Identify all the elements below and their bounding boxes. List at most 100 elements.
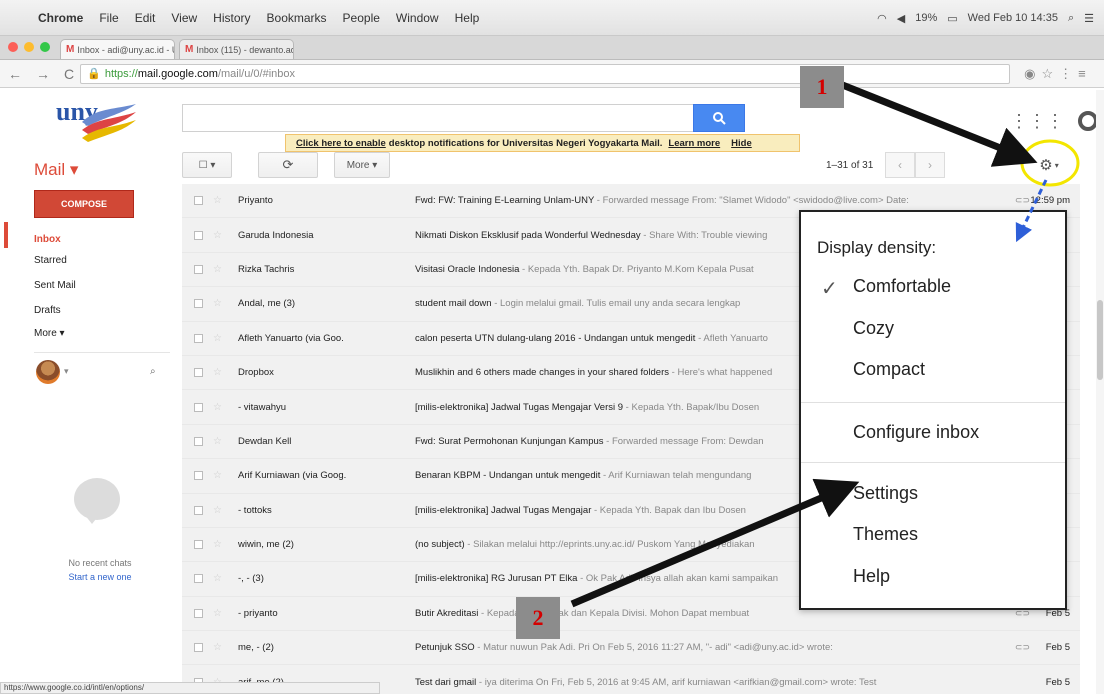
row-checkbox[interactable] <box>194 368 203 378</box>
battery-icon[interactable]: ▭ <box>947 12 957 25</box>
sidebar-item-sent[interactable]: Sent Mail <box>34 280 76 291</box>
search-button[interactable] <box>693 104 745 132</box>
row-subject-text: Nikmati Diskon Eksklusif pada Wonderful … <box>415 229 641 241</box>
star-icon[interactable]: ☆ <box>213 540 222 550</box>
start-new-chat-link[interactable]: Start a new one <box>30 572 170 582</box>
lock-icon[interactable]: 🔒 <box>87 67 101 80</box>
row-checkbox[interactable] <box>194 643 203 653</box>
star-icon[interactable]: ☆ <box>213 264 222 274</box>
row-checkbox[interactable] <box>194 264 203 274</box>
menu-item-comfortable[interactable]: Comfortable <box>853 276 951 297</box>
extensions-icon[interactable]: ◉☆⋮≡ <box>1024 66 1092 82</box>
clock[interactable]: Wed Feb 10 14:35 <box>968 12 1058 24</box>
star-icon[interactable]: ☆ <box>213 608 222 618</box>
url-input[interactable]: 🔒 https:// mail.google.com /mail/u/0/#in… <box>80 63 1011 84</box>
menu-people[interactable]: People <box>343 11 380 25</box>
sidebar-item-drafts[interactable]: Drafts <box>34 305 61 316</box>
menu-item-themes[interactable]: Themes <box>853 524 918 545</box>
more-button[interactable]: More ▾ <box>334 152 390 178</box>
row-checkbox[interactable] <box>194 299 203 309</box>
menu-help[interactable]: Help <box>455 11 480 25</box>
star-icon[interactable]: ☆ <box>213 436 222 446</box>
url-scheme: https:// <box>104 67 138 80</box>
row-checkbox[interactable] <box>194 402 203 412</box>
reload-icon[interactable]: C <box>64 66 74 82</box>
star-icon[interactable]: ☆ <box>213 196 222 206</box>
menu-item-settings[interactable]: Settings <box>853 483 918 504</box>
search-people-icon[interactable]: ⌕ <box>150 366 156 377</box>
menu-item-configure-inbox[interactable]: Configure inbox <box>853 422 979 443</box>
close-window-icon[interactable] <box>8 42 18 52</box>
row-checkbox[interactable] <box>194 436 203 446</box>
annotation-badge-1: 1 <box>800 66 844 108</box>
notifications-icon[interactable] <box>1078 111 1098 131</box>
row-checkbox[interactable] <box>194 574 203 584</box>
older-icon[interactable]: ‹ <box>885 152 915 178</box>
menu-item-help[interactable]: Help <box>853 566 890 587</box>
star-icon[interactable]: ☆ <box>213 230 222 240</box>
settings-gear-button[interactable]: ⚙ ▾ <box>1024 152 1074 178</box>
volume-icon[interactable]: ◀ <box>897 12 905 25</box>
tab-inbox-uny[interactable]: M Inbox - adi@uny.ac.id - Uni ✕ <box>60 39 175 59</box>
notification-center-icon[interactable]: ☰ <box>1084 12 1094 25</box>
attachment-icon: ⊂⊃ <box>1014 195 1030 206</box>
spotlight-icon[interactable]: ⌕ <box>1068 12 1074 25</box>
star-icon[interactable]: ☆ <box>213 505 222 515</box>
hangouts-status-dropdown[interactable]: ▾ <box>64 366 69 377</box>
back-icon[interactable]: ← <box>8 66 22 82</box>
menu-edit[interactable]: Edit <box>135 11 156 25</box>
row-checkbox[interactable] <box>194 230 203 240</box>
menu-chrome[interactable]: Chrome <box>38 11 83 25</box>
refresh-button[interactable]: ⟳ <box>258 152 318 178</box>
mail-switcher[interactable]: Mail ▾ <box>34 160 78 180</box>
menu-window[interactable]: Window <box>396 11 439 25</box>
search-input[interactable] <box>182 104 712 132</box>
tab-inbox-dewanto[interactable]: M Inbox (115) - dewanto.adi ✕ <box>179 39 294 59</box>
sidebar-item-more[interactable]: More ▾ <box>34 328 65 339</box>
gmail-icon: M <box>185 44 194 55</box>
hide-link[interactable]: Hide <box>731 138 752 149</box>
wifi-icon[interactable]: ◠ <box>877 12 887 25</box>
menu-item-compact[interactable]: Compact <box>853 359 925 380</box>
gear-icon: ⚙ <box>1039 157 1053 174</box>
star-icon[interactable]: ☆ <box>213 368 222 378</box>
row-sender: Priyanto <box>238 195 273 207</box>
star-icon[interactable]: ☆ <box>213 402 222 412</box>
star-icon[interactable]: ☆ <box>213 574 222 584</box>
enable-notifications-link[interactable]: Click here to enable <box>296 138 386 149</box>
vertical-scrollbar[interactable] <box>1096 90 1104 694</box>
row-subject-text: [milis-elektronika] RG Jurusan PT Elka <box>415 573 578 585</box>
uny-logo[interactable]: uny <box>52 94 140 146</box>
newer-icon[interactable]: › <box>915 152 945 178</box>
menu-history[interactable]: History <box>213 11 250 25</box>
window-controls <box>8 42 50 52</box>
sidebar-item-inbox[interactable]: Inbox <box>34 234 61 245</box>
row-sender: Dropbox <box>238 367 274 379</box>
apps-grid-icon[interactable]: ⋮⋮⋮ <box>1010 111 1064 132</box>
menu-item-cozy[interactable]: Cozy <box>853 318 894 339</box>
star-icon[interactable]: ☆ <box>213 643 222 653</box>
menu-bookmarks[interactable]: Bookmarks <box>267 11 327 25</box>
minimize-window-icon[interactable] <box>24 42 34 52</box>
menu-view[interactable]: View <box>171 11 197 25</box>
sidebar-item-starred[interactable]: Starred <box>34 255 67 266</box>
zoom-window-icon[interactable] <box>40 42 50 52</box>
message-row[interactable]: ☆ me, - (2) Petunjuk SSO - Matur nuwun Pak… <box>182 631 1080 666</box>
learn-more-link[interactable]: Learn more <box>668 138 720 149</box>
star-icon[interactable]: ☆ <box>213 471 222 481</box>
select-all-checkbox[interactable]: ☐ ▾ <box>182 152 232 178</box>
row-subject-text: Test dari gmail <box>415 676 477 688</box>
star-icon[interactable]: ☆ <box>213 299 222 309</box>
row-checkbox[interactable] <box>194 505 203 515</box>
star-icon[interactable]: ☆ <box>213 333 222 343</box>
row-checkbox[interactable] <box>194 540 203 550</box>
forward-icon[interactable]: → <box>36 66 50 82</box>
scrollbar-thumb[interactable] <box>1097 300 1103 380</box>
row-checkbox[interactable] <box>194 196 203 206</box>
compose-button[interactable]: COMPOSE <box>34 190 134 218</box>
hangouts-avatar[interactable] <box>36 360 60 384</box>
menu-file[interactable]: File <box>99 11 118 25</box>
row-checkbox[interactable] <box>194 333 203 343</box>
row-checkbox[interactable] <box>194 608 203 618</box>
row-checkbox[interactable] <box>194 471 203 481</box>
